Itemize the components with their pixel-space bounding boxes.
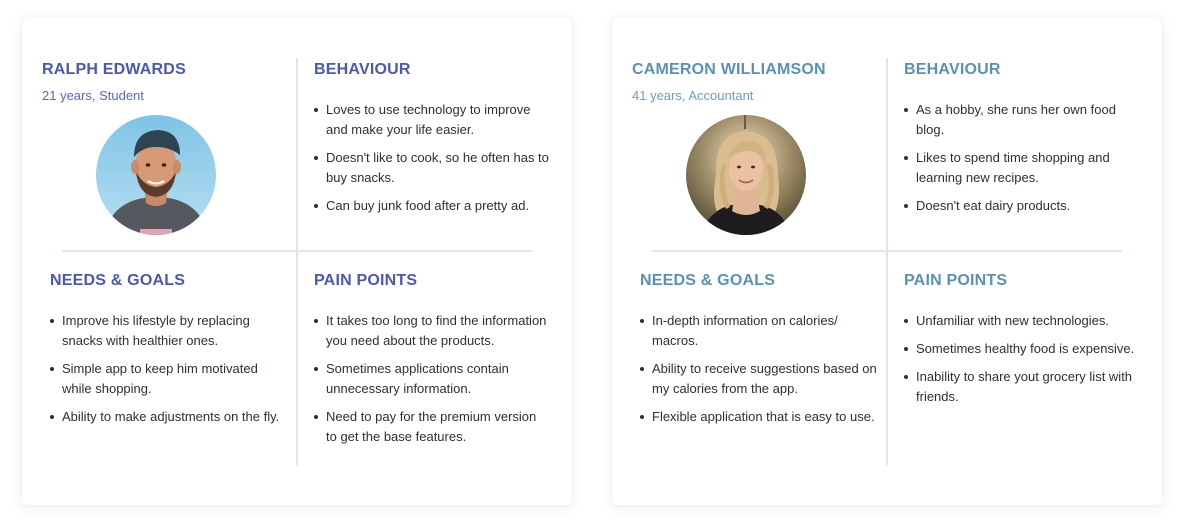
list-item: Need to pay for the premium version to g… bbox=[313, 407, 549, 447]
pain-points-heading: PAIN POINTS bbox=[314, 272, 418, 289]
person-photo-icon bbox=[96, 115, 216, 235]
behaviour-heading: BEHAVIOUR bbox=[904, 61, 1001, 78]
behaviour-heading: BEHAVIOUR bbox=[314, 61, 411, 78]
persona-card-cameron: CAMERON WILLIAMSON 41 years, Accountant bbox=[612, 18, 1162, 505]
persona-name: CAMERON WILLIAMSON bbox=[632, 61, 826, 78]
pain-points-list: It takes too long to find the informatio… bbox=[313, 311, 549, 455]
avatar bbox=[686, 115, 806, 235]
list-item: Flexible application that is easy to use… bbox=[639, 407, 877, 427]
vertical-divider bbox=[296, 58, 298, 465]
list-item: Simple app to keep him motivated while s… bbox=[49, 359, 287, 399]
list-item: Inability to share yout grocery list wit… bbox=[903, 367, 1139, 407]
person-photo-icon bbox=[686, 115, 806, 235]
needs-goals-list: In-depth information on calories/ macros… bbox=[639, 311, 877, 435]
behaviour-list: Loves to use technology to improve and m… bbox=[313, 100, 551, 224]
vertical-divider bbox=[886, 58, 888, 465]
pain-points-heading: PAIN POINTS bbox=[904, 272, 1008, 289]
list-item: Improve his lifestyle by replacing snack… bbox=[49, 311, 287, 351]
list-item: Loves to use technology to improve and m… bbox=[313, 100, 551, 140]
list-item: In-depth information on calories/ macros… bbox=[639, 311, 877, 351]
behaviour-list: As a hobby, she runs her own food blog. … bbox=[903, 100, 1141, 224]
horizontal-divider bbox=[62, 250, 532, 252]
horizontal-divider bbox=[652, 250, 1122, 252]
avatar bbox=[96, 115, 216, 235]
persona-name: RALPH EDWARDS bbox=[42, 61, 186, 78]
list-item: Doesn't like to cook, so he often has to… bbox=[313, 148, 551, 188]
list-item: Sometimes healthy food is expensive. bbox=[903, 339, 1139, 359]
needs-goals-heading: NEEDS & GOALS bbox=[640, 272, 776, 289]
needs-goals-heading: NEEDS & GOALS bbox=[50, 272, 186, 289]
list-item: Ability to receive suggestions based on … bbox=[639, 359, 877, 399]
list-item: Unfamiliar with new technologies. bbox=[903, 311, 1139, 331]
list-item: Ability to make adjustments on the fly. bbox=[49, 407, 287, 427]
list-item: Can buy junk food after a pretty ad. bbox=[313, 196, 551, 216]
list-item: Doesn't eat dairy products. bbox=[903, 196, 1141, 216]
persona-age-occupation: 41 years, Accountant bbox=[632, 88, 754, 103]
needs-goals-list: Improve his lifestyle by replacing snack… bbox=[49, 311, 287, 435]
persona-card-ralph: RALPH EDWARDS 21 years, Student BEHAVIOU… bbox=[22, 18, 572, 505]
persona-age-occupation: 21 years, Student bbox=[42, 88, 144, 103]
list-item: As a hobby, she runs her own food blog. bbox=[903, 100, 1141, 140]
list-item: Sometimes applications contain unnecessa… bbox=[313, 359, 549, 399]
list-item: Likes to spend time shopping and learnin… bbox=[903, 148, 1141, 188]
pain-points-list: Unfamiliar with new technologies. Someti… bbox=[903, 311, 1139, 415]
list-item: It takes too long to find the informatio… bbox=[313, 311, 549, 351]
